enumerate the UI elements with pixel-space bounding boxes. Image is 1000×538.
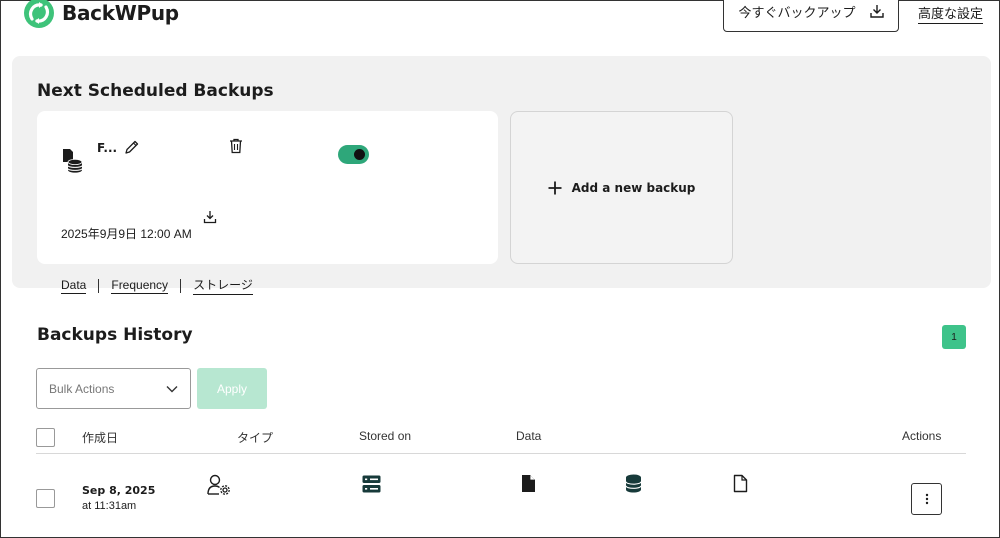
pagination-page-button[interactable]: 1 (942, 325, 966, 349)
backup-card-tabs: Data Frequency ストレージ (61, 276, 253, 295)
tab-divider (98, 278, 100, 293)
tab-divider (180, 278, 182, 293)
row-select-checkbox[interactable] (36, 489, 55, 508)
chevron-down-icon (166, 385, 178, 392)
column-header-data: Data (516, 429, 542, 443)
backup-now-button[interactable]: 今すぐバックアップ (723, 0, 899, 32)
tab-storage[interactable]: ストレージ (193, 276, 253, 295)
scheduled-backups-title: Next Scheduled Backups (37, 81, 274, 101)
backups-history-title: Backups History (37, 325, 193, 345)
column-header-stored-on: Stored on (359, 429, 412, 443)
download-icon[interactable] (203, 210, 217, 229)
table-header-divider (36, 453, 966, 454)
more-vertical-icon (925, 493, 928, 505)
column-header-actions: Actions (902, 429, 942, 443)
bulk-actions-select[interactable]: Bulk Actions (36, 368, 191, 409)
tab-data[interactable]: Data (61, 278, 87, 294)
next-run-date: 2025年9月9日 12:00 AM (61, 227, 192, 241)
download-icon (869, 5, 884, 18)
brand-logo[interactable]: BackWPup (24, 0, 179, 28)
backup-now-label: 今すぐバックアップ (738, 4, 856, 20)
database-icon (625, 474, 642, 498)
user-gear-icon (207, 474, 231, 501)
select-all-checkbox[interactable] (36, 428, 55, 447)
server-icon (362, 475, 381, 498)
row-actions-button[interactable] (911, 483, 942, 515)
backup-job-name: F... (97, 141, 118, 155)
add-new-backup-button[interactable]: Add a new backup (510, 111, 733, 264)
apply-button[interactable]: Apply (197, 368, 267, 409)
row-time: at 11:31am (82, 500, 137, 512)
toggle-knob (354, 149, 365, 160)
backup-enabled-toggle[interactable] (338, 145, 369, 164)
column-header-type: タイプ (237, 431, 274, 445)
add-new-backup-label: Add a new backup (571, 180, 696, 195)
file-outline-icon (733, 474, 748, 498)
column-header-created: 作成日 (82, 431, 119, 445)
tab-frequency[interactable]: Frequency (111, 278, 169, 294)
pencil-icon[interactable] (124, 139, 140, 160)
trash-icon[interactable] (229, 138, 243, 159)
files-database-icon (62, 148, 84, 179)
advanced-settings-link[interactable]: 高度な設定 (918, 3, 984, 24)
row-date: Sep 8, 2025 (82, 484, 156, 497)
file-filled-icon (521, 474, 536, 498)
bulk-actions-placeholder: Bulk Actions (49, 381, 115, 396)
brand-name: BackWPup (62, 1, 179, 25)
plus-icon (548, 181, 562, 194)
backwpup-logo-icon (24, 0, 54, 28)
